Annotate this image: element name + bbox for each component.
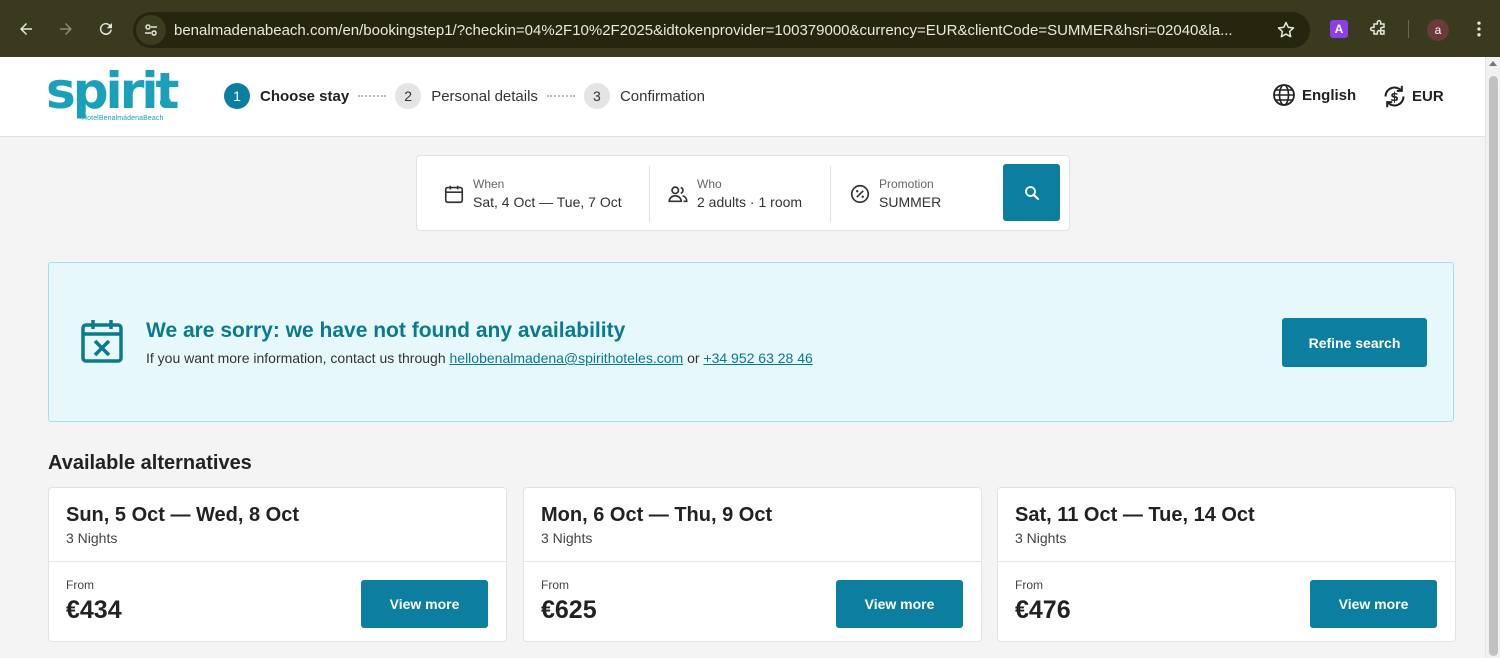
currency-label: EUR: [1412, 88, 1444, 105]
reload-icon: [99, 22, 112, 35]
card-nights: 3 Nights: [1015, 530, 1067, 546]
extension-a-icon[interactable]: A: [1330, 20, 1348, 38]
who-value: 2 adults · 1 room: [697, 194, 803, 210]
profile-avatar[interactable]: a: [1427, 19, 1449, 41]
booking-steps: 1 Choose stay 2 Personal details 3 Confi…: [224, 83, 705, 109]
card-price: €476: [1015, 596, 1071, 624]
step-number: 2: [395, 83, 422, 109]
promotion-label: Promotion: [879, 177, 934, 191]
alternatives-heading: Available alternatives: [48, 452, 252, 474]
who-field[interactable]: Who 2 adults · 1 room: [667, 156, 802, 232]
currency-exchange-icon: $: [1384, 85, 1405, 108]
step-number: 1: [224, 83, 250, 109]
promotion-field[interactable]: Promotion SUMMER: [849, 156, 941, 232]
currency-selector[interactable]: $ EUR: [1381, 83, 1444, 110]
alert-message-prefix: If you want more information, contact us…: [146, 350, 450, 366]
menu-kebab-icon[interactable]: [1469, 19, 1489, 39]
view-more-button[interactable]: View more: [1310, 580, 1437, 628]
step-choose-stay: 1 Choose stay: [224, 83, 349, 109]
step-label: Personal details: [431, 87, 538, 105]
refine-search-button[interactable]: Refine search: [1282, 318, 1427, 367]
contact-phone-link[interactable]: +34 952 63 28 46: [703, 350, 812, 366]
step-personal-details: 2 Personal details: [395, 83, 538, 109]
url-text: benalmadenabeach.com/en/bookingstep1/?ch…: [174, 21, 1233, 39]
step-separator: [358, 95, 387, 97]
alert-title: We are sorry: we have not found any avai…: [146, 319, 626, 342]
scroll-up-arrow[interactable]: [1489, 61, 1497, 66]
calendar-cancel-icon: [81, 320, 123, 363]
site-header: spirit HotelBenalmádenaBeach 1 Choose st…: [0, 57, 1485, 137]
site-info-icon[interactable]: [136, 15, 166, 45]
card-dates: Sun, 5 Oct — Wed, 8 Oct: [66, 504, 300, 526]
alert-message: If you want more information, contact us…: [146, 350, 813, 366]
arrow-right-icon: [60, 22, 72, 35]
logo-subtitle: HotelBenalmádenaBeach: [82, 115, 164, 122]
logo-dot: [160, 97, 171, 108]
who-label: Who: [697, 177, 722, 191]
when-label: When: [473, 177, 505, 191]
card-price: €625: [541, 596, 597, 624]
step-number: 3: [583, 83, 610, 109]
people-icon: [668, 186, 688, 203]
page-scrollbar[interactable]: [1485, 57, 1500, 658]
toolbar-separator: [1408, 20, 1409, 38]
card-nights: 3 Nights: [66, 530, 118, 546]
card-from-label: From: [66, 578, 94, 592]
when-value: Sat, 4 Oct — Tue, 7 Oct: [473, 194, 622, 210]
percent-icon: [850, 184, 870, 204]
alternative-card: Sat, 11 Oct — Tue, 14 Oct 3 Nights From …: [997, 487, 1456, 642]
card-dates: Sat, 11 Oct — Tue, 14 Oct: [1015, 504, 1255, 526]
extensions-puzzle-icon[interactable]: [1369, 19, 1389, 39]
card-from-label: From: [541, 578, 569, 592]
language-label: English: [1302, 86, 1357, 104]
spirit-logo[interactable]: spirit HotelBenalmádenaBeach: [46, 62, 179, 127]
field-divider: [830, 166, 831, 222]
svg-text:$: $: [1390, 90, 1399, 104]
card-from-label: From: [1015, 578, 1043, 592]
step-separator: [546, 95, 575, 97]
reload-button[interactable]: [94, 17, 118, 41]
step-label: Choose stay: [260, 87, 350, 105]
language-selector[interactable]: English: [1272, 83, 1356, 107]
card-divider: [49, 561, 506, 562]
step-confirmation: 3 Confirmation: [583, 83, 705, 109]
when-field[interactable]: When Sat, 4 Oct — Tue, 7 Oct: [443, 156, 622, 232]
calendar-icon: [444, 185, 464, 204]
search-bar: When Sat, 4 Oct — Tue, 7 Oct Who 2 adult…: [416, 155, 1070, 231]
bookmark-star-icon[interactable]: [1276, 20, 1296, 40]
view-more-button[interactable]: View more: [361, 580, 488, 628]
alert-message-or: or: [683, 350, 704, 366]
search-icon: [1024, 185, 1039, 200]
scrollbar-thumb[interactable]: [1489, 76, 1498, 656]
contact-email-link[interactable]: hellobenalmadena@spirithoteles.com: [450, 350, 684, 366]
view-more-button[interactable]: View more: [836, 580, 963, 628]
address-bar[interactable]: benalmadenabeach.com/en/bookingstep1/?ch…: [133, 12, 1310, 48]
browser-toolbar: benalmadenabeach.com/en/bookingstep1/?ch…: [0, 0, 1500, 57]
logo-word: spirit: [46, 62, 179, 120]
search-button[interactable]: [1003, 164, 1060, 221]
no-availability-alert: We are sorry: we have not found any avai…: [48, 262, 1454, 422]
alternative-card: Sun, 5 Oct — Wed, 8 Oct 3 Nights From €4…: [48, 487, 507, 642]
arrow-left-icon: [20, 22, 32, 35]
card-divider: [524, 561, 981, 562]
alternative-card: Mon, 6 Oct — Thu, 9 Oct 3 Nights From €6…: [523, 487, 982, 642]
forward-button[interactable]: [54, 17, 78, 41]
card-nights: 3 Nights: [541, 530, 593, 546]
card-divider: [998, 561, 1455, 562]
card-price: €434: [66, 596, 122, 624]
back-button[interactable]: [14, 17, 38, 41]
promotion-value: SUMMER: [879, 194, 942, 210]
field-divider: [649, 166, 650, 222]
card-dates: Mon, 6 Oct — Thu, 9 Oct: [541, 504, 773, 526]
step-label: Confirmation: [619, 87, 705, 105]
globe-icon: [1273, 84, 1295, 106]
